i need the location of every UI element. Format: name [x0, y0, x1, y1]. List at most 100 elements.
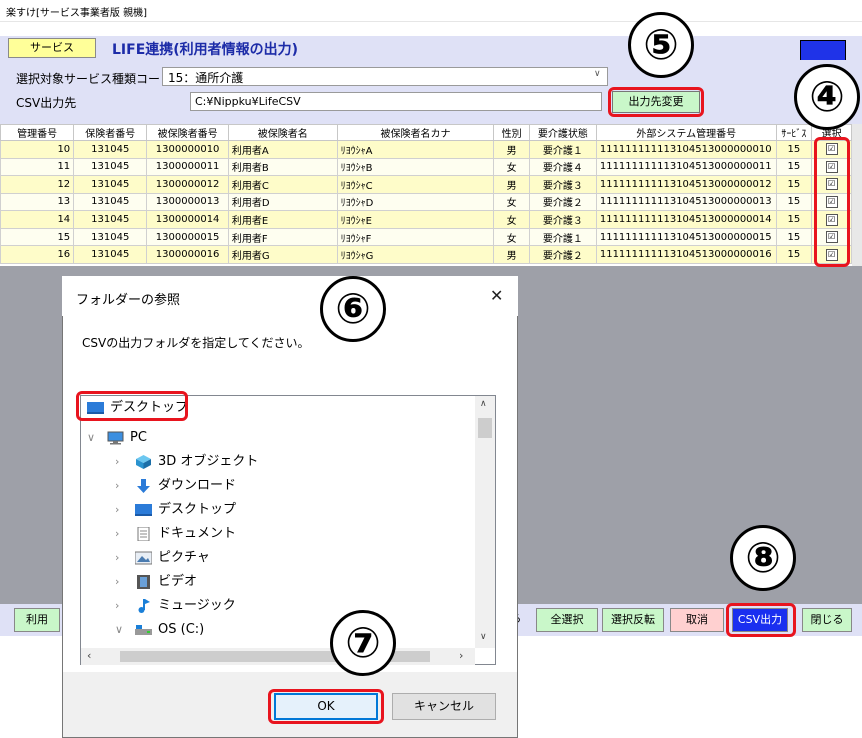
tree-item-desktop[interactable]: › デスクトップ	[115, 498, 236, 522]
table-cell: 要介護１	[528, 140, 597, 159]
tree-item-label: OS (C:)	[158, 622, 205, 637]
select-all-button[interactable]: 全選択	[536, 608, 598, 632]
chevron-right-icon[interactable]: ›	[115, 522, 119, 546]
table-row[interactable]: 13 131045 1300000013 利用者D ﾘﾖｳｼｬD 女要介護２ 1111111…	[0, 192, 852, 212]
table-cell: 男	[493, 175, 530, 194]
table-cell: 要介護３	[528, 210, 597, 229]
service-button[interactable]: サービス	[8, 38, 96, 58]
highlight-change-destination	[608, 87, 704, 117]
column-header[interactable]: 被保険者名カナ	[336, 124, 495, 141]
tree-item-downloads[interactable]: › ダウンロード	[115, 474, 236, 498]
highlight-csv-output	[726, 603, 796, 637]
table-cell: 16	[0, 245, 75, 264]
table-body: 10 131045 1300000010 利用者A ﾘﾖｳｼｬA 男要介護１ 1111111…	[0, 140, 852, 264]
table-cell: 11	[0, 157, 75, 177]
tree-item-pc[interactable]: ∨ PC	[87, 426, 147, 450]
tree-vertical-thumb[interactable]	[478, 418, 492, 438]
table-row[interactable]: 16 131045 1300000016 利用者G ﾘﾖｳｼｬG 男要介護２ 1111111…	[0, 245, 852, 264]
desktop-icon	[135, 503, 152, 516]
table-cell: 15	[0, 227, 75, 247]
table-row[interactable]: 12 131045 1300000012 利用者C ﾘﾖｳｼｬC 男要介護３ 1111111…	[0, 175, 852, 194]
service-type-label: 選択対象サービス種類コード	[16, 72, 173, 86]
table-cell: 利用者B	[227, 157, 338, 177]
chevron-down-icon[interactable]: ∨	[115, 618, 123, 642]
table-cell: 男	[493, 140, 530, 159]
close-button[interactable]: 閉じる	[802, 608, 852, 632]
column-header[interactable]: ｻｰﾋﾞｽ	[775, 124, 813, 141]
tree-item-label: ダウンロード	[158, 478, 237, 493]
column-header[interactable]: 管理番号	[0, 124, 75, 141]
table-cell: 111111111113104513000000010	[595, 140, 777, 159]
dialog-message: CSVの出力フォルダを指定してください。	[82, 336, 310, 350]
table-cell: 利用者G	[227, 245, 338, 264]
tree-item-music[interactable]: › ミュージック	[115, 594, 236, 618]
csv-path-field[interactable]: C:¥Nippku¥LifeCSV	[190, 92, 602, 111]
table-cell: 利用者F	[227, 227, 338, 247]
table-row[interactable]: 14 131045 1300000014 利用者E ﾘﾖｳｼｬE 女要介護３ 1111111…	[0, 210, 852, 229]
chevron-right-icon[interactable]: ›	[115, 450, 119, 474]
tree-item-label: PC	[130, 430, 147, 445]
table-cell: 10	[0, 140, 75, 159]
column-header[interactable]: 性別	[493, 124, 530, 141]
chevron-right-icon[interactable]: ›	[115, 474, 119, 498]
column-header[interactable]: 被保険者番号	[146, 124, 229, 141]
table-cell: 要介護１	[528, 227, 597, 247]
service-type-select[interactable]: 15：通所介護	[162, 67, 608, 86]
tree-item-videos[interactable]: › ビデオ	[115, 570, 197, 594]
tree-item-documents[interactable]: › ドキュメント	[115, 522, 236, 546]
table-cell: 1300000013	[146, 192, 229, 212]
column-header[interactable]: 保険者番号	[73, 124, 148, 141]
table-cell: 14	[0, 210, 75, 229]
table-cell: ﾘﾖｳｼｬD	[336, 192, 495, 212]
page-title: LIFE連携(利用者情報の出力)	[112, 42, 299, 58]
close-icon[interactable]: ✕	[490, 286, 503, 305]
table-cell: 利用者D	[227, 192, 338, 212]
user-button[interactable]: 利用	[14, 608, 60, 632]
chevron-right-icon[interactable]: ›	[115, 498, 119, 522]
table-cell: 131045	[73, 227, 148, 247]
chevron-down-icon[interactable]: ∨	[87, 426, 95, 450]
table-cell: ﾘﾖｳｼｬE	[336, 210, 495, 229]
column-header[interactable]: 被保険者名	[227, 124, 338, 141]
pc-icon	[107, 431, 124, 444]
chevron-left-icon[interactable]: ‹	[87, 649, 91, 662]
annotation-4: ④	[794, 64, 860, 130]
table-cell: 1300000016	[146, 245, 229, 264]
tree-item-os-c[interactable]: ∨ OS (C:)	[115, 618, 204, 642]
chevron-down-icon[interactable]: ∨	[594, 69, 601, 79]
table-cell: 131045	[73, 245, 148, 264]
tree-item-label: ピクチャ	[158, 550, 210, 565]
table-cell: 131045	[73, 175, 148, 194]
annotation-5: ⑤	[628, 12, 694, 78]
cancel-selection-button[interactable]: 取消	[670, 608, 724, 632]
annotation-6: ⑥	[320, 276, 386, 342]
table-row[interactable]: 10 131045 1300000010 利用者A ﾘﾖｳｼｬA 男要介護１ 1111111…	[0, 140, 852, 159]
dialog-cancel-button[interactable]: キャンセル	[392, 693, 496, 720]
invert-selection-button[interactable]: 選択反転	[602, 608, 664, 632]
column-header[interactable]: 要介護状態	[528, 124, 597, 141]
chevron-up-icon[interactable]: ∧	[480, 399, 487, 409]
table-row[interactable]: 11 131045 1300000011 利用者B ﾘﾖｳｼｬB 女要介護４ 1111111…	[0, 157, 852, 177]
table-cell: 要介護３	[528, 175, 597, 194]
table-cell: 1300000014	[146, 210, 229, 229]
table-cell: 111111111113104513000000016	[595, 245, 777, 264]
column-header[interactable]: 外部システム管理番号	[595, 124, 777, 141]
table-cell: 111111111113104513000000011	[595, 157, 777, 177]
chevron-right-icon[interactable]: ›	[115, 546, 119, 570]
dialog-title: フォルダーの参照	[76, 293, 181, 308]
chevron-right-icon[interactable]: ›	[459, 649, 463, 662]
table-row[interactable]: 15 131045 1300000015 利用者F ﾘﾖｳｼｬF 女要介護１ 1111111…	[0, 227, 852, 247]
table-cell: 15	[775, 227, 813, 247]
chevron-right-icon[interactable]: ›	[115, 570, 119, 594]
table-cell: 15	[775, 245, 813, 264]
chevron-down-icon[interactable]: ∨	[480, 632, 487, 642]
pictures-icon	[135, 551, 152, 564]
tree-item-pictures[interactable]: › ピクチャ	[115, 546, 210, 570]
tree-item-3d-objects[interactable]: › 3D オブジェクト	[115, 450, 258, 474]
chevron-right-icon[interactable]: ›	[115, 594, 119, 618]
table-cell: 131045	[73, 192, 148, 212]
table-cell: 15	[775, 175, 813, 194]
table-cell: 要介護２	[528, 192, 597, 212]
table-cell: 15	[775, 192, 813, 212]
table-cell: 131045	[73, 210, 148, 229]
